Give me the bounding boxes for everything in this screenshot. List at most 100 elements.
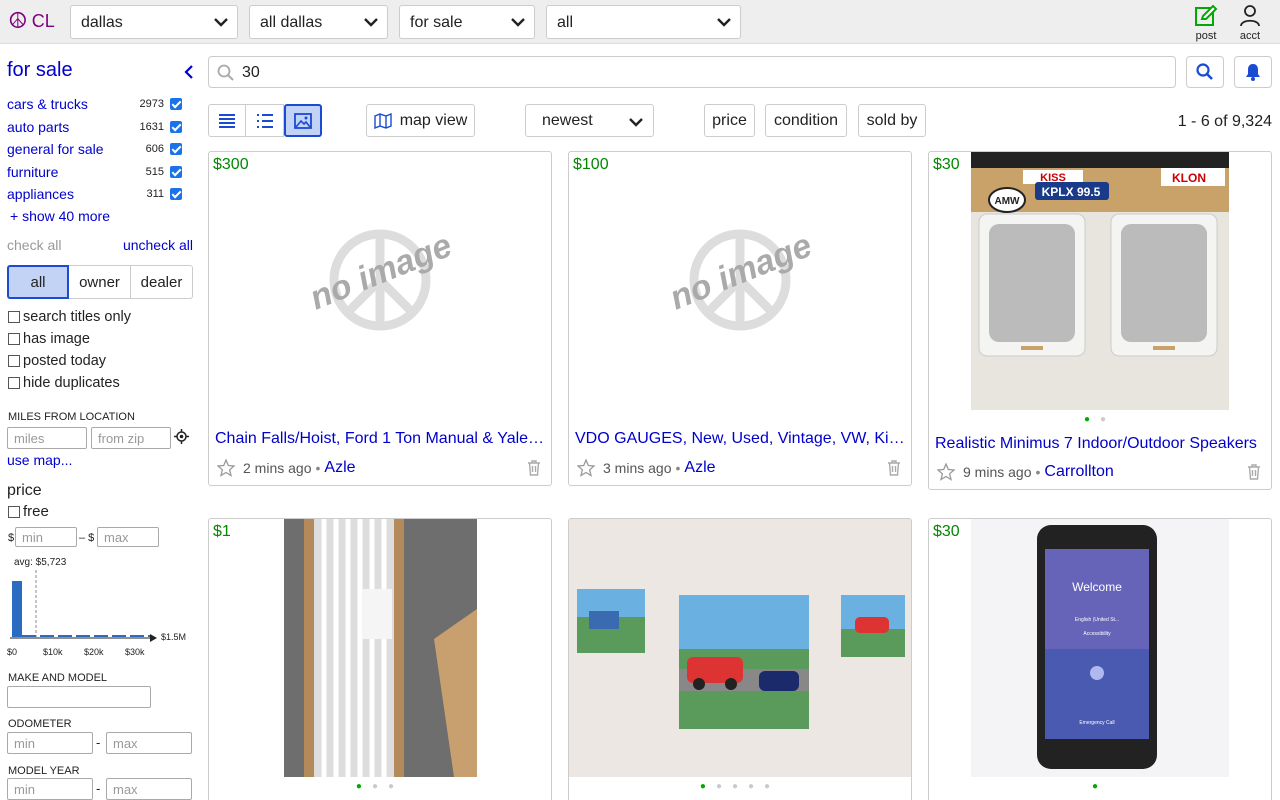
no-image-placeholder: no image <box>665 226 817 331</box>
bulleted-list-icon <box>256 113 273 128</box>
listing-photo[interactable] <box>569 519 911 777</box>
section-title[interactable]: for sale <box>7 59 73 82</box>
checkbox[interactable] <box>8 377 20 389</box>
photo-screen-text: Accessibility <box>1083 631 1111 637</box>
hide-trash-icon[interactable] <box>887 460 901 476</box>
listing-title[interactable]: VDO GAUGES, New, Used, Vintage, VW, Kit … <box>575 430 905 448</box>
photo-pager[interactable]: ● <box>929 781 1271 792</box>
post-button[interactable]: post <box>1188 4 1224 42</box>
range-separator: – $ <box>79 532 95 544</box>
locate-icon[interactable] <box>174 429 189 444</box>
search-titles-only-option[interactable]: search titles only <box>8 309 131 325</box>
search-button[interactable] <box>1186 56 1224 88</box>
favorite-star-icon[interactable] <box>577 459 595 477</box>
show-more-link[interactable]: + show 40 more <box>10 208 110 224</box>
list-view-button[interactable] <box>208 104 246 137</box>
photo-pager[interactable]: ●● <box>929 414 1271 425</box>
category-item[interactable]: furniture 515 <box>7 161 182 184</box>
collapse-sidebar-icon[interactable] <box>182 64 196 80</box>
model-year-min-input[interactable]: min <box>7 778 93 800</box>
listing-title[interactable]: Realistic Minimus 7 Indoor/Outdoor Speak… <box>935 435 1265 453</box>
listing-card[interactable]: $1 ●●● <box>208 518 552 800</box>
category-count: 2973 <box>139 98 164 111</box>
category-item[interactable]: cars & trucks 2973 <box>7 93 182 116</box>
miles-input[interactable]: miles <box>7 427 87 449</box>
listing-photo[interactable]: Welcome English (United St... Accessibil… <box>971 519 1229 777</box>
hide-trash-icon[interactable] <box>1247 464 1261 480</box>
check-all-link[interactable]: check all <box>7 237 61 253</box>
area-select[interactable]: all dallas <box>249 5 388 39</box>
checkbox[interactable] <box>8 355 20 367</box>
category-select[interactable]: all <box>546 5 741 39</box>
save-search-alert-button[interactable] <box>1234 56 1272 88</box>
listing-card[interactable]: ●●●●● <box>568 518 912 800</box>
listing-card[interactable]: $100 no image VDO GAUGES, New, Used, Vin… <box>568 151 912 486</box>
listing-card[interactable]: $30 KISS KPLX 99.5 KLON AMW ●● Realistic… <box>928 151 1272 490</box>
edit-icon <box>1195 4 1218 26</box>
category-checkbox[interactable] <box>170 165 182 178</box>
photo-pager[interactable]: ●●●●● <box>569 781 911 792</box>
user-icon <box>1240 5 1260 27</box>
category-item[interactable]: general for sale 606 <box>7 138 182 161</box>
max-price-input[interactable]: max <box>97 527 159 547</box>
listing-photo[interactable] <box>284 519 477 777</box>
favorite-star-icon[interactable] <box>937 463 955 481</box>
currency-symbol: $ <box>8 532 15 544</box>
listing-photo[interactable]: KISS KPLX 99.5 KLON AMW <box>971 152 1229 410</box>
category-count: 1631 <box>139 120 164 133</box>
model-year-max-input[interactable]: max <box>106 778 192 800</box>
use-map-link[interactable]: use map... <box>7 452 72 468</box>
listing-meta: 3 mins ago • Azle <box>577 459 716 477</box>
checkbox[interactable] <box>8 311 20 323</box>
preview-view-button[interactable] <box>246 104 284 137</box>
sort-select[interactable]: newest <box>525 104 654 137</box>
category-item[interactable]: appliances 311 <box>7 183 182 206</box>
category-list: cars & trucks 2973 auto parts 1631 general… <box>7 93 182 206</box>
seller-owner-button[interactable]: owner <box>69 265 131 299</box>
photo-pager[interactable]: ●●● <box>209 781 551 792</box>
seller-all-button[interactable]: all <box>7 265 69 299</box>
zip-input[interactable]: from zip <box>91 427 171 449</box>
account-button[interactable]: acct <box>1232 4 1268 42</box>
listing-card[interactable]: $300 no image Chain Falls/Hoist, Ford 1 … <box>208 151 552 486</box>
uncheck-all-link[interactable]: uncheck all <box>123 237 193 253</box>
search-icon <box>217 64 234 81</box>
search-input[interactable]: 30 <box>208 56 1176 88</box>
make-model-input[interactable] <box>7 686 151 708</box>
checkbox[interactable] <box>8 333 20 345</box>
category-label: appliances <box>7 186 74 203</box>
free-option[interactable]: free <box>8 503 49 520</box>
photo-sign-text: KPLX 99.5 <box>1042 185 1101 199</box>
listing-card[interactable]: $30 Welcome English (United St... Access… <box>928 518 1272 800</box>
category-checkbox[interactable] <box>170 143 182 156</box>
listing-price: $1 <box>213 523 231 540</box>
favorite-star-icon[interactable] <box>217 459 235 477</box>
listing-title[interactable]: Chain Falls/Hoist, Ford 1 Ton Manual & Y… <box>215 430 545 448</box>
category-checkbox[interactable] <box>170 98 182 111</box>
sold-by-filter-button[interactable]: sold by <box>858 104 926 137</box>
condition-filter-button[interactable]: condition <box>765 104 847 137</box>
seller-dealer-button[interactable]: dealer <box>131 265 193 299</box>
category-checkbox[interactable] <box>170 188 182 201</box>
odometer-min-input[interactable]: min <box>7 732 93 754</box>
category-checkbox[interactable] <box>170 120 182 133</box>
photo-screen-text: Emergency Call <box>1079 720 1114 726</box>
section-select[interactable]: for sale <box>399 5 535 39</box>
gallery-view-button[interactable] <box>284 104 322 137</box>
min-price-input[interactable]: min <box>15 527 77 547</box>
hide-duplicates-option[interactable]: hide duplicates <box>8 375 120 391</box>
posted-today-option[interactable]: posted today <box>8 353 106 369</box>
category-item[interactable]: auto parts 1631 <box>7 116 182 139</box>
city-select[interactable]: dallas <box>70 5 238 39</box>
photo-sign-text: KLON <box>1172 171 1206 185</box>
price-filter-button[interactable]: price <box>704 104 755 137</box>
hide-trash-icon[interactable] <box>527 460 541 476</box>
odometer-max-input[interactable]: max <box>106 732 192 754</box>
checkbox[interactable] <box>8 505 20 518</box>
craigslist-logo[interactable]: ☮ CL <box>8 10 55 32</box>
price-label: price <box>7 482 42 499</box>
has-image-option[interactable]: has image <box>8 331 90 347</box>
make-model-label: MAKE AND MODEL <box>8 672 108 684</box>
histogram-tick: $30k <box>125 647 145 657</box>
map-view-button[interactable]: map view <box>366 104 475 137</box>
